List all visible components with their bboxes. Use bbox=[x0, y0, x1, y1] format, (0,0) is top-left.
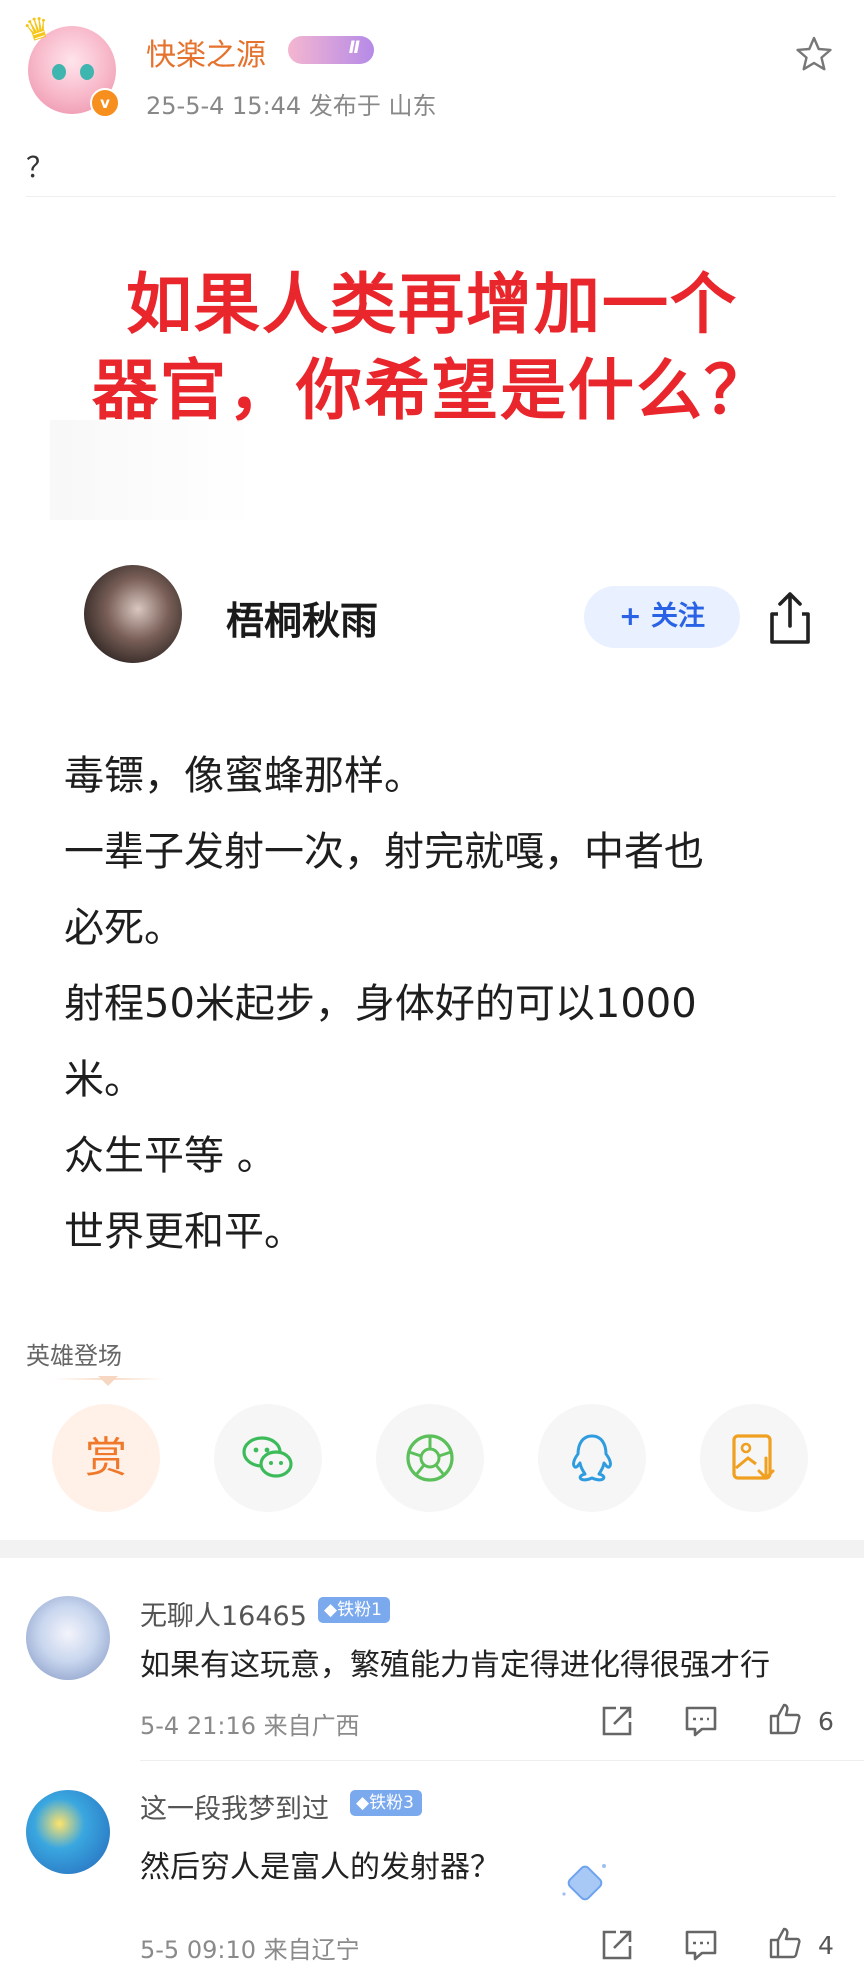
headline-line-1: 如果人类再增加一个 bbox=[126, 266, 738, 343]
author-name[interactable]: 快楽之源 bbox=[146, 30, 266, 74]
reward-button[interactable]: 赏 bbox=[52, 1404, 160, 1512]
share-wechat-button[interactable] bbox=[214, 1404, 322, 1512]
inner-author-avatar bbox=[84, 565, 182, 663]
comment-text: 如果有这玩意，繁殖能力肯定得进化得很强才行 bbox=[140, 1648, 770, 1683]
avatar-eye bbox=[80, 64, 94, 80]
answer-line: 必死。 bbox=[64, 905, 184, 951]
verified-badge: v bbox=[90, 88, 120, 118]
comment-avatar[interactable] bbox=[26, 1790, 110, 1874]
image-artifact bbox=[50, 420, 390, 520]
comment-avatar[interactable] bbox=[26, 1596, 110, 1680]
answer-line: 世界更和平。 bbox=[64, 1209, 304, 1255]
save-image-icon bbox=[732, 1434, 775, 1480]
comment-meta: 5-5 09:10 来自辽宁 bbox=[140, 1936, 360, 1964]
fan-badge: ◆铁粉1 bbox=[318, 1597, 390, 1623]
comment-author[interactable]: 无聊人16465 bbox=[140, 1594, 307, 1633]
sparkle-icon bbox=[562, 1864, 606, 1901]
reward-label: 英雄登场 bbox=[26, 1342, 122, 1370]
avatar-eye bbox=[52, 64, 66, 80]
answer-line: 一辈子发射一次，射完就嘎，中者也 bbox=[64, 829, 704, 875]
share-moments-button[interactable] bbox=[376, 1404, 484, 1512]
answer-text: 毒镖，像蜜蜂那样。 一辈子发射一次，射完就嘎，中者也 必死。 射程50米起步，身… bbox=[64, 738, 824, 1270]
reward-pointer bbox=[98, 1376, 118, 1386]
image-headline: 如果人类再增加一个 器官，你希望是什么？ bbox=[0, 262, 864, 434]
comment-icon[interactable] bbox=[684, 1704, 718, 1738]
star-icon[interactable] bbox=[794, 34, 834, 74]
divider bbox=[26, 196, 836, 197]
post-text: ？ bbox=[26, 151, 55, 184]
answer-line: 毒镖，像蜜蜂那样。 bbox=[64, 753, 424, 799]
follow-button: + 关注 bbox=[584, 586, 740, 648]
share-qq-button[interactable] bbox=[538, 1404, 646, 1512]
qq-icon bbox=[572, 1434, 612, 1482]
comment-text: 然后穷人是富人的发射器？ bbox=[140, 1850, 500, 1885]
like-icon[interactable] bbox=[768, 1702, 802, 1736]
post-meta: 25-5-4 15:44 发布于 山东 bbox=[146, 92, 437, 120]
level-badge: Ⅱ bbox=[288, 36, 374, 64]
like-icon[interactable] bbox=[768, 1926, 802, 1960]
author-avatar[interactable]: ♛ v bbox=[19, 9, 120, 118]
comment-divider bbox=[140, 1760, 864, 1761]
like-count: 6 bbox=[818, 1707, 834, 1736]
repost-icon[interactable] bbox=[600, 1928, 634, 1962]
inner-author-name: 梧桐秋雨 bbox=[226, 599, 379, 643]
save-image-button[interactable] bbox=[700, 1404, 808, 1512]
fan-badge: ◆铁粉3 bbox=[350, 1790, 422, 1816]
comment-meta: 5-4 21:16 来自广西 bbox=[140, 1712, 360, 1740]
like-count: 4 bbox=[818, 1931, 834, 1960]
moments-icon bbox=[406, 1434, 454, 1482]
share-icon bbox=[770, 592, 810, 644]
wechat-icon bbox=[242, 1436, 293, 1478]
answer-line: 众生平等 。 bbox=[64, 1133, 277, 1179]
comment-author[interactable]: 这一段我梦到过 bbox=[140, 1787, 329, 1826]
crown-icon: ♛ bbox=[19, 8, 56, 51]
comment-icon[interactable] bbox=[684, 1928, 718, 1962]
level-badge-label: Ⅱ bbox=[348, 38, 360, 58]
answer-line: 射程50米起步，身体好的可以1000 bbox=[64, 981, 697, 1027]
answer-line: 米。 bbox=[64, 1057, 144, 1103]
repost-icon[interactable] bbox=[600, 1704, 634, 1738]
section-divider bbox=[0, 1540, 864, 1558]
